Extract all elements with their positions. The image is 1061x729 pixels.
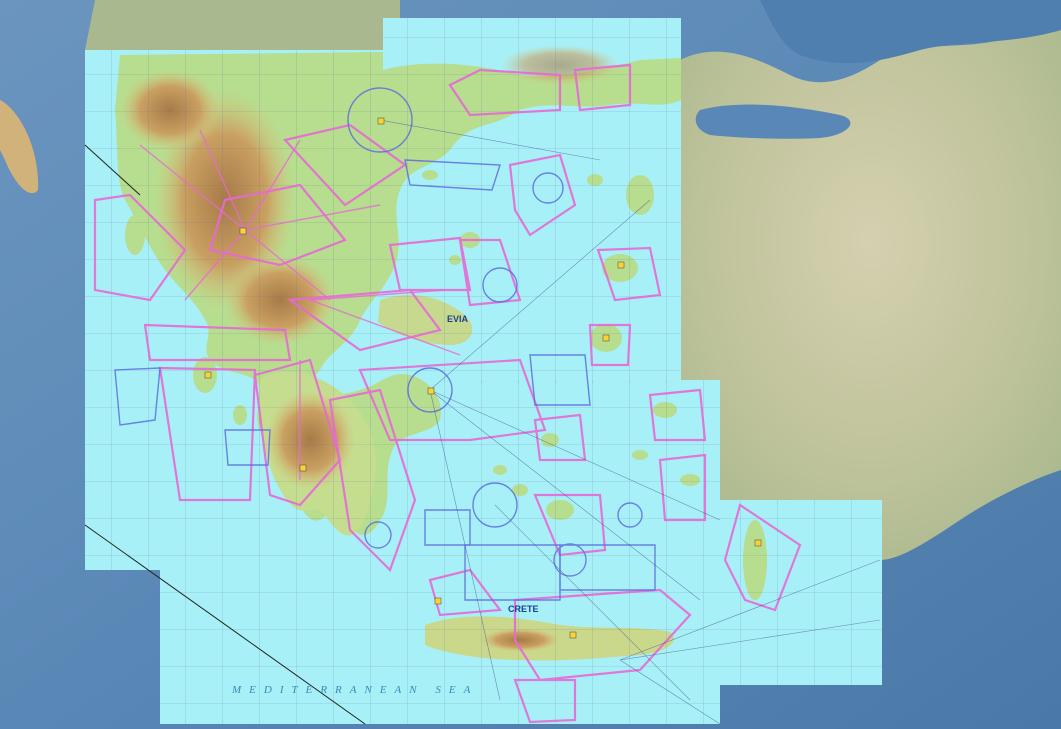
crete-label: CRETE xyxy=(508,604,539,614)
aeronautical-map[interactable]: EVIA CRETE MEDITERRANEAN SEA xyxy=(0,0,1061,729)
mediterranean-sea-label: MEDITERRANEAN SEA xyxy=(231,684,478,696)
balkans-land xyxy=(85,0,400,50)
evia-label: EVIA xyxy=(447,314,469,324)
